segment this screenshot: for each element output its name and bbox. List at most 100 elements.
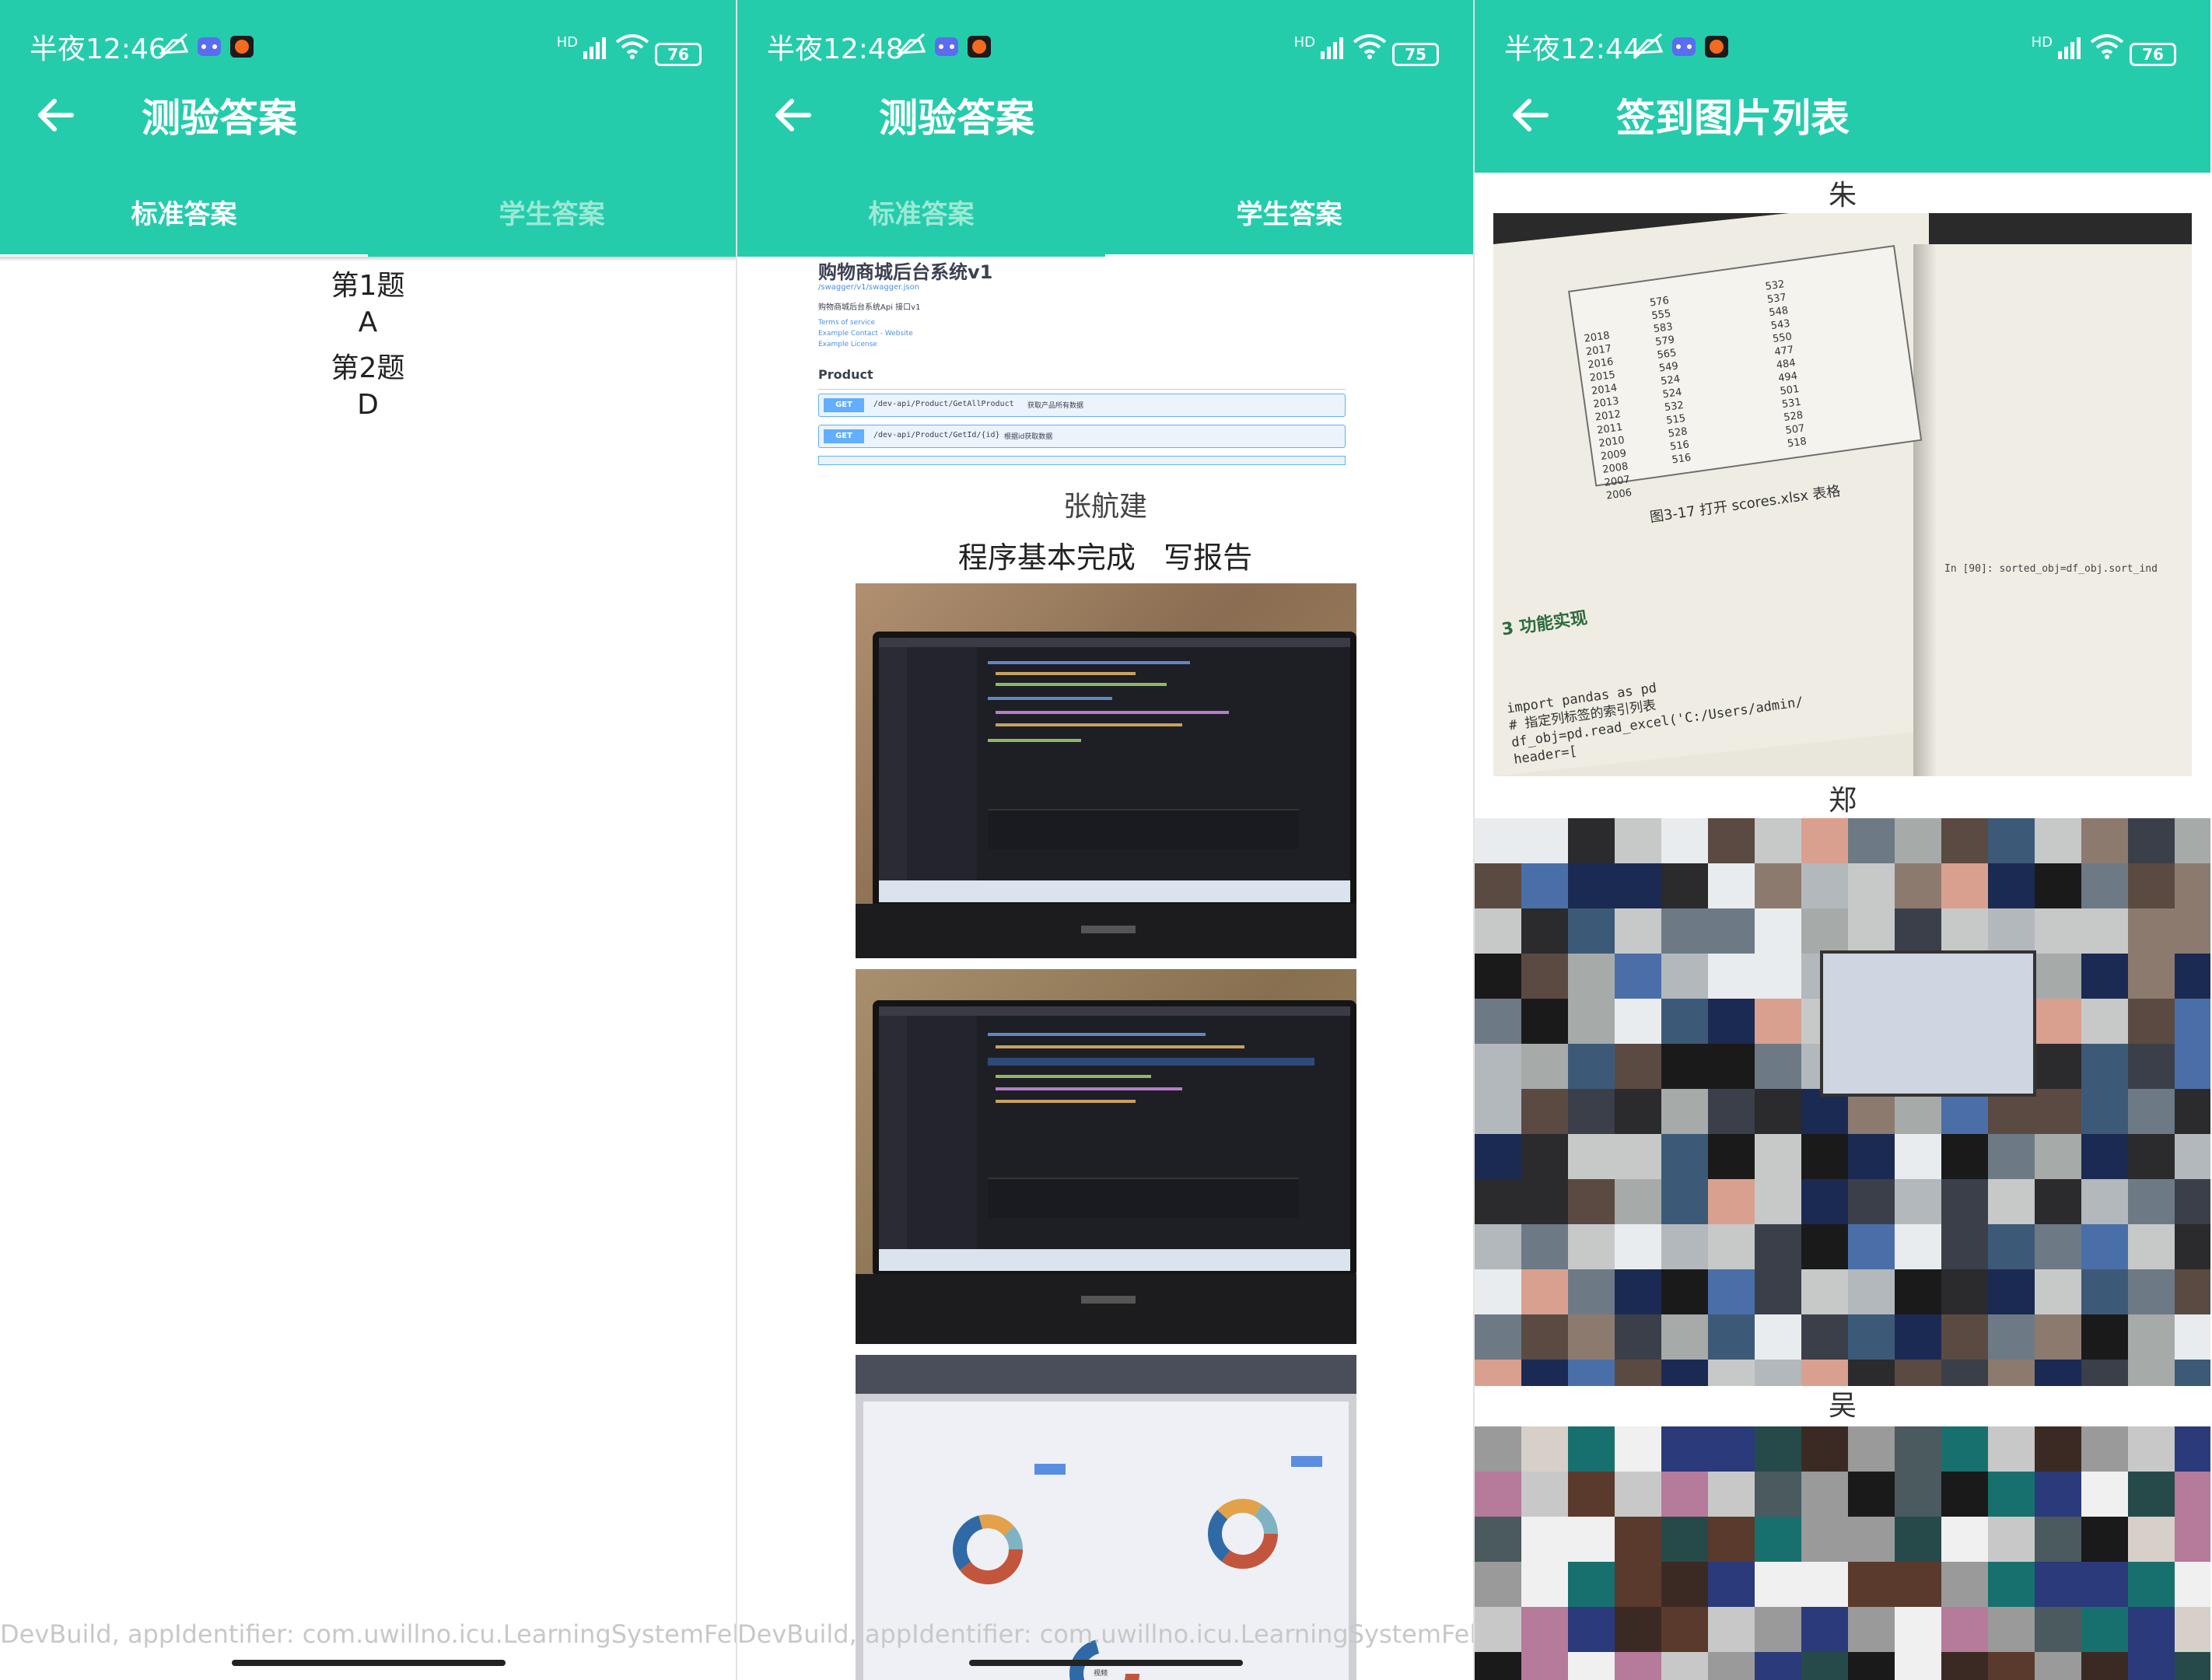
- mosaic-cell: [1755, 1652, 1801, 1680]
- mosaic-cell: [1895, 863, 1941, 908]
- back-arrow-icon[interactable]: [33, 92, 79, 138]
- swagger-description: 购物商城后台系统Api 接口v1: [818, 303, 921, 312]
- mosaic-cell: [2081, 1134, 2128, 1179]
- dashboard-button: [1034, 1464, 1066, 1475]
- code-line: [996, 723, 1182, 726]
- mosaic-cell: [2035, 1314, 2081, 1360]
- mosaic-cell: [1661, 1134, 1708, 1179]
- tab-student-answer[interactable]: 学生答案: [1105, 193, 1473, 231]
- checkin-photo[interactable]: [1475, 818, 2210, 1386]
- checkin-photo[interactable]: [1475, 1426, 2210, 1680]
- mosaic-cell: [1895, 1562, 1941, 1607]
- book-spine: [1913, 244, 1937, 776]
- mosaic-cell: [1475, 1044, 1521, 1089]
- appbar-shadow: [0, 257, 736, 261]
- tab-standard-answer[interactable]: 标准答案: [0, 193, 368, 231]
- mosaic-cell: [1521, 999, 1568, 1044]
- swagger-license: Example License: [818, 341, 877, 348]
- ide-terminal: [988, 809, 1299, 849]
- code-line: [996, 672, 1136, 675]
- mosaic-cell: [2081, 1607, 2128, 1652]
- endpoint-row[interactable]: GET /dev-api/Product/GetId/{id} 根据id获取数据: [818, 425, 1346, 448]
- mosaic-cell: [1848, 1360, 1895, 1386]
- mosaic-cell: [1941, 1607, 1988, 1652]
- mosaic-cell: [1521, 1426, 1568, 1472]
- pixelated-region: [1475, 818, 2210, 1386]
- mosaic-cell: [2081, 1269, 2128, 1314]
- game-icon: [198, 37, 221, 56]
- mosaic-cell: [2081, 818, 2128, 863]
- tab-student-answer[interactable]: 学生答案: [368, 193, 736, 231]
- game-icon: [1672, 37, 1696, 56]
- mosaic-cell: [1755, 863, 1801, 908]
- mosaic-cell: [1475, 1517, 1521, 1562]
- back-arrow-icon[interactable]: [770, 92, 817, 138]
- mosaic-cell: [2035, 1269, 2081, 1314]
- mosaic-cell: [1568, 863, 1615, 908]
- mosaic-cell: [1615, 1472, 1661, 1517]
- endpoint-note: 获取产品所有数据: [1027, 402, 1084, 410]
- mosaic-cell: [2128, 954, 2175, 999]
- checkin-photo[interactable]: 2018 2017 2016 2015 2014 2013 2012 2011 2010 2009…: [1493, 213, 2192, 776]
- swagger-contact: Example Contact - Website: [818, 330, 913, 338]
- mosaic-cell: [1475, 999, 1521, 1044]
- mosaic-cell: [2175, 1134, 2210, 1179]
- mosaic-cell: [1615, 1089, 1661, 1134]
- student-comment: 程序基本完成 写报告: [957, 541, 1253, 575]
- mosaic-cell: [1708, 1224, 1755, 1269]
- mosaic-cell: [2035, 1517, 2081, 1562]
- game-icon: [935, 37, 958, 56]
- swagger-screenshot-image[interactable]: 购物商城后台系统v1 /swagger/v1/swagger.json 购物商城…: [809, 257, 1355, 482]
- swagger-terms: Terms of service: [818, 319, 876, 327]
- mosaic-cell: [1988, 1314, 2035, 1360]
- mosaic-cell: [1801, 1562, 1848, 1607]
- mosaic-cell: [2035, 908, 2081, 954]
- mosaic-cell: [1895, 1607, 1941, 1652]
- mosaic-cell: [2128, 1269, 2175, 1314]
- mosaic-cell: [1988, 1517, 2035, 1562]
- mosaic-cell: [2128, 1044, 2175, 1089]
- mosaic-cell: [1755, 818, 1801, 863]
- mosaic-cell: [2128, 863, 2175, 908]
- mosaic-cell: [1988, 1472, 2035, 1517]
- mosaic-cell: [1568, 1652, 1615, 1680]
- mosaic-cell: [1941, 1517, 1988, 1562]
- back-arrow-icon[interactable]: [1507, 92, 1554, 138]
- mosaic-cell: [1755, 1472, 1801, 1517]
- mosaic-cell: [1708, 1044, 1755, 1089]
- mosaic-cell: [1521, 1314, 1568, 1360]
- mosaic-cell: [1568, 1562, 1615, 1607]
- student-name: 张航建: [1062, 491, 1147, 523]
- signal-icon: [2058, 37, 2081, 59]
- ide-titlebar: [879, 638, 1350, 647]
- tab-standard-answer[interactable]: 标准答案: [737, 193, 1105, 231]
- mosaic-cell: [1661, 1224, 1708, 1269]
- mosaic-cell: [1708, 1472, 1755, 1517]
- mosaic-cell: [1661, 1652, 1708, 1680]
- mosaic-cell: [1895, 1224, 1941, 1269]
- mosaic-cell: [1475, 1089, 1521, 1134]
- signal-icon: [1321, 37, 1343, 59]
- mosaic-cell: [1941, 1269, 1988, 1314]
- submission-photo[interactable]: [856, 583, 1356, 958]
- mosaic-cell: [1661, 1607, 1708, 1652]
- mosaic-cell: [1848, 863, 1895, 908]
- mosaic-cell: [2128, 1314, 2175, 1360]
- home-indicator[interactable]: [969, 1660, 1243, 1666]
- mosaic-cell: [1521, 908, 1568, 954]
- home-indicator[interactable]: [232, 1660, 506, 1666]
- mosaic-cell: [1708, 1562, 1755, 1607]
- mosaic-cell: [1941, 1360, 1988, 1386]
- mosaic-cell: [1661, 1269, 1708, 1314]
- app-notification-icon: [230, 36, 254, 58]
- mosaic-cell: [1521, 1360, 1568, 1386]
- endpoint-row[interactable]: GET /dev-api/Product/GetAllProduct 获取产品所…: [818, 394, 1346, 417]
- mosaic-cell: [2175, 954, 2210, 999]
- panel-quiz-standard-answers: 半夜12:46 HD 76 测验答案 标准答案 学生答案 第1题 A 第2题 D…: [0, 0, 736, 1680]
- mosaic-cell: [1801, 1517, 1848, 1562]
- mosaic-cell: [1988, 863, 2035, 908]
- submission-photo[interactable]: [856, 969, 1356, 1344]
- mosaic-cell: [2035, 999, 2081, 1044]
- mosaic-cell: [1615, 1044, 1661, 1089]
- code-line: [996, 1100, 1136, 1103]
